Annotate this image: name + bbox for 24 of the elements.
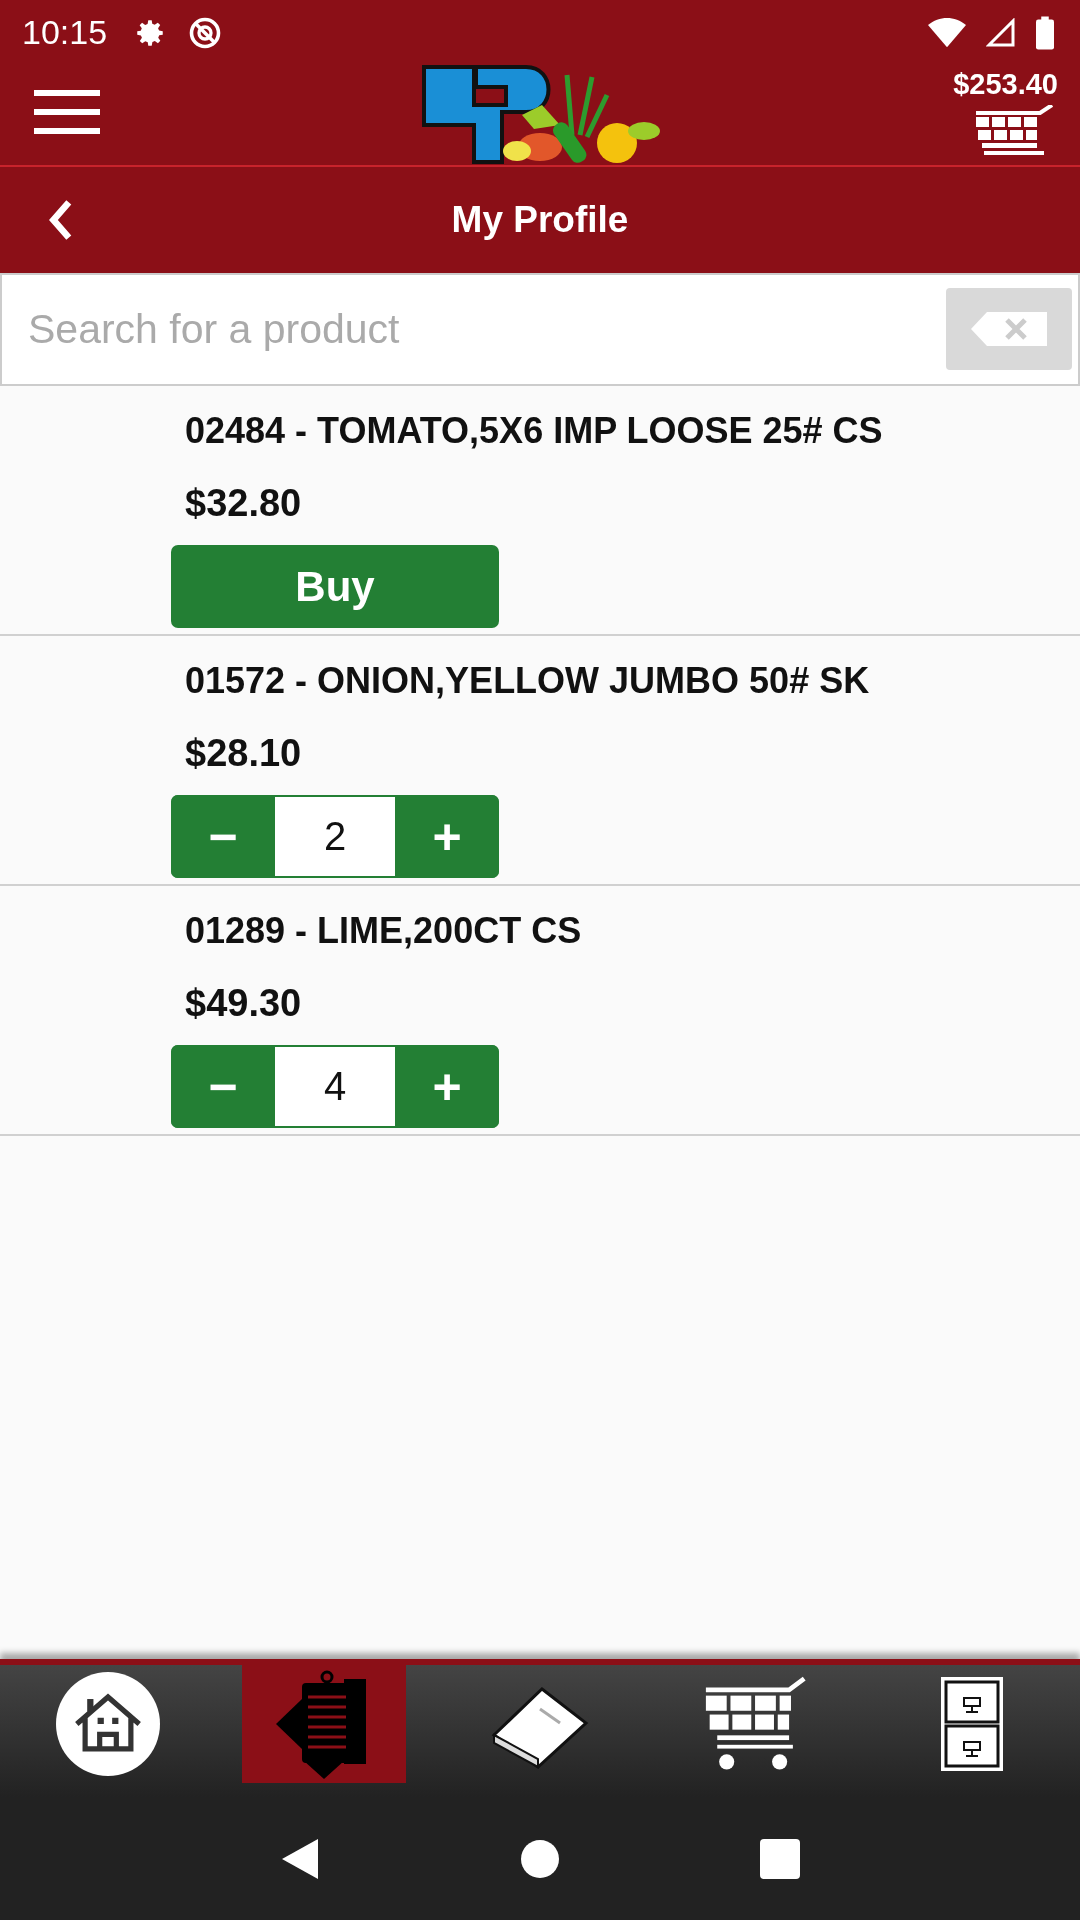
quantity-field[interactable]: 4 <box>275 1045 395 1128</box>
product-price: $28.10 <box>184 732 303 775</box>
product-name: 01572 - ONION,YELLOW JUMBO 50# SK <box>184 660 871 702</box>
product-name: 01289 - LIME,200CT CS <box>184 910 583 952</box>
home-button-icon[interactable] <box>520 1838 560 1879</box>
search-field[interactable]: Search for a product <box>0 273 1080 386</box>
signal-icon <box>986 17 1016 48</box>
back-icon[interactable] <box>280 1836 320 1881</box>
status-time: 10:15 <box>22 13 108 52</box>
product-price: $32.80 <box>184 482 303 525</box>
back-icon[interactable] <box>46 198 74 242</box>
product-price: $49.30 <box>184 982 303 1025</box>
backspace-icon <box>971 312 1047 346</box>
recents-icon[interactable] <box>760 1838 800 1879</box>
page-title: My Profile <box>450 199 630 241</box>
menu-icon[interactable] <box>34 90 100 134</box>
file-cabinet-icon <box>940 1676 1004 1772</box>
battery-icon <box>1036 15 1054 50</box>
quantity-field[interactable]: 2 <box>275 795 395 878</box>
home-icon <box>56 1672 160 1776</box>
cart-total: $253.40 <box>953 68 1058 101</box>
wifi-icon <box>928 16 966 49</box>
buy-button[interactable]: Buy <box>171 545 499 628</box>
product-name: 02484 - TOMATO,5X6 IMP LOOSE 25# CS <box>184 410 884 452</box>
